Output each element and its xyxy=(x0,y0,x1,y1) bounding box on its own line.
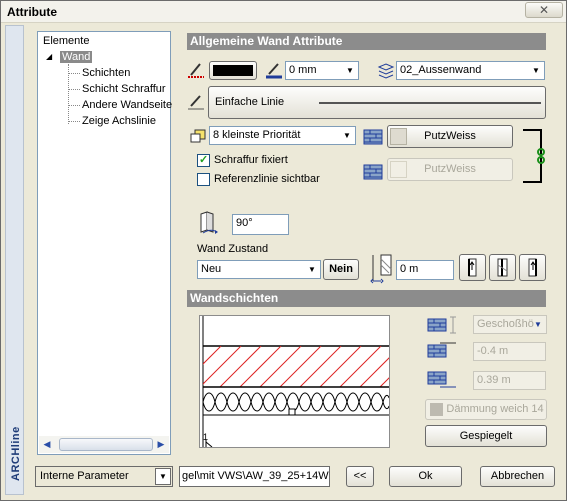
wall-section-drawing xyxy=(202,316,390,448)
chevron-down-icon: ▼ xyxy=(534,320,542,329)
level-combo[interactable]: Geschoßhö ▼ xyxy=(473,315,547,334)
chevron-down-icon: ▼ xyxy=(155,468,171,485)
align-right-button[interactable] xyxy=(519,254,546,281)
line-type-preview xyxy=(319,102,541,104)
align-left-button[interactable] xyxy=(459,254,486,281)
chevron-down-icon: ▼ xyxy=(346,66,354,75)
chevron-down-icon: ▼ xyxy=(343,131,351,140)
tree-connector xyxy=(68,105,80,106)
tree-connector xyxy=(68,89,80,90)
fill-pattern-label-2: PutzWeiss xyxy=(424,163,476,175)
tree-item-schichten[interactable]: Schichten xyxy=(82,67,130,79)
refline-visible-box[interactable] xyxy=(197,173,210,186)
fill-pattern-swatch xyxy=(390,161,407,178)
wall-angle-icon xyxy=(197,210,223,236)
attribute-dialog: Attribute ✕ ARCHline Elemente ◢ Wand Sch… xyxy=(0,0,567,501)
top-offset-icon xyxy=(426,341,458,361)
priority-value: 8 kleinste Priorität xyxy=(213,129,301,141)
hatch-fixed-box[interactable] xyxy=(197,153,210,167)
bottom-offset-icon xyxy=(426,370,458,390)
priority-combo[interactable]: 8 kleinste Priorität ▼ xyxy=(209,126,356,145)
top-offset-input[interactable]: -0.4 m xyxy=(473,342,546,361)
angle-input[interactable]: 90° xyxy=(232,214,289,235)
line-type-label: Einfache Linie xyxy=(215,96,285,108)
title-bar: Attribute ✕ xyxy=(1,1,566,23)
wall-state-button[interactable]: Nein xyxy=(323,259,359,280)
insulation-label: Dämmung weich 14 xyxy=(446,403,544,415)
fill-pattern-icon-2 xyxy=(360,161,384,180)
align-center-icon xyxy=(497,258,508,277)
insulation-button[interactable]: Dämmung weich 14 xyxy=(425,399,547,420)
side-brand-strip: ARCHline xyxy=(5,25,24,495)
chevron-down-icon: ▼ xyxy=(532,66,540,75)
fill-pattern-button-disabled[interactable]: PutzWeiss xyxy=(387,158,513,181)
fill-pattern-button[interactable]: PutzWeiss xyxy=(387,125,513,148)
cancel-button[interactable]: Abbrechen xyxy=(480,466,555,487)
back-button[interactable]: << xyxy=(346,466,374,487)
pen-color-icon xyxy=(187,61,205,79)
parameter-path-field[interactable]: gel\mit VWS\AW_39_25+14W xyxy=(179,466,330,487)
align-right-icon xyxy=(528,258,537,277)
fill-pattern-label: PutzWeiss xyxy=(424,130,476,142)
refline-visible-label: Referenzlinie sichtbar xyxy=(214,173,320,185)
line-type-icon xyxy=(187,93,205,111)
insulation-swatch xyxy=(430,403,443,416)
side-brand-label: ARCHline xyxy=(10,426,22,481)
tree-item-schicht-schraffur[interactable]: Schicht Schraffur xyxy=(82,83,166,95)
line-type-button[interactable]: Einfache Linie xyxy=(208,86,546,119)
tree-item-zeige-achslinie[interactable]: Zeige Achslinie xyxy=(82,115,156,127)
pen-color-swatch[interactable] xyxy=(209,61,257,80)
hatch-fixed-checkbox[interactable]: Schraffur fixiert xyxy=(197,153,337,168)
preview-corner-label: 1 xyxy=(203,432,209,442)
wall-thickness-icon xyxy=(369,253,395,285)
wall-state-combo[interactable]: Neu ▼ xyxy=(197,260,321,279)
dialog-title: Attribute xyxy=(7,5,57,19)
align-left-icon xyxy=(468,258,477,277)
wall-layers-header: Wandschichten xyxy=(187,290,546,307)
level-icon xyxy=(426,315,458,335)
priority-icon xyxy=(189,127,207,145)
pen-width-icon xyxy=(265,61,283,79)
tree-item-wand[interactable]: Wand xyxy=(60,51,93,63)
align-center-button[interactable] xyxy=(489,254,516,281)
element-tree[interactable]: Elemente ◢ Wand Schichten Schicht Schraf… xyxy=(37,31,172,455)
parameter-source-value: Interne Parameter xyxy=(40,470,129,482)
bottom-offset-input[interactable]: 0.39 m xyxy=(473,371,546,390)
close-button[interactable]: ✕ xyxy=(525,2,563,18)
fill-pattern-swatch xyxy=(390,128,407,145)
ok-button[interactable]: Ok xyxy=(389,466,462,487)
level-value: Geschoßhö xyxy=(477,318,534,330)
tree-horizontal-scrollbar[interactable]: ◀ ▶ xyxy=(39,436,169,453)
pen-color-fill xyxy=(213,65,253,76)
layer-combo[interactable]: 02_Aussenwand ▼ xyxy=(396,61,545,80)
layer-value: 02_Aussenwand xyxy=(400,64,482,76)
tree-connector xyxy=(68,73,80,74)
chevron-down-icon: ▼ xyxy=(308,265,316,274)
mirror-button[interactable]: Gespiegelt xyxy=(425,425,547,447)
scroll-left-icon[interactable]: ◀ xyxy=(41,438,53,451)
scroll-thumb[interactable] xyxy=(59,438,153,451)
pen-width-value: 0 mm xyxy=(289,64,317,76)
wall-layers-preview: 1 xyxy=(199,315,390,448)
link-chain-icon[interactable] xyxy=(521,126,547,186)
hatch-fixed-label: Schraffur fixiert xyxy=(214,154,288,166)
scroll-right-icon[interactable]: ▶ xyxy=(155,438,167,451)
tree-root-elemente[interactable]: Elemente xyxy=(43,35,89,47)
wall-thickness-input[interactable]: 0 m xyxy=(396,260,454,280)
close-icon: ✕ xyxy=(538,3,550,17)
wall-state-label: Wand Zustand xyxy=(197,243,269,255)
tree-connector xyxy=(68,121,80,122)
wall-state-value: Neu xyxy=(201,263,222,275)
fill-pattern-icon xyxy=(360,126,384,145)
parameter-source-combo[interactable]: Interne Parameter ▼ xyxy=(35,466,173,487)
pen-width-combo[interactable]: 0 mm ▼ xyxy=(285,61,359,80)
tree-expand-icon[interactable]: ◢ xyxy=(46,52,52,61)
refline-visible-checkbox[interactable]: Referenzlinie sichtbar xyxy=(197,173,337,187)
layer-icon xyxy=(377,62,395,80)
general-attributes-header: Allgemeine Wand Attribute xyxy=(187,33,546,50)
tree-item-andere-wandseite[interactable]: Andere Wandseite xyxy=(82,99,172,111)
